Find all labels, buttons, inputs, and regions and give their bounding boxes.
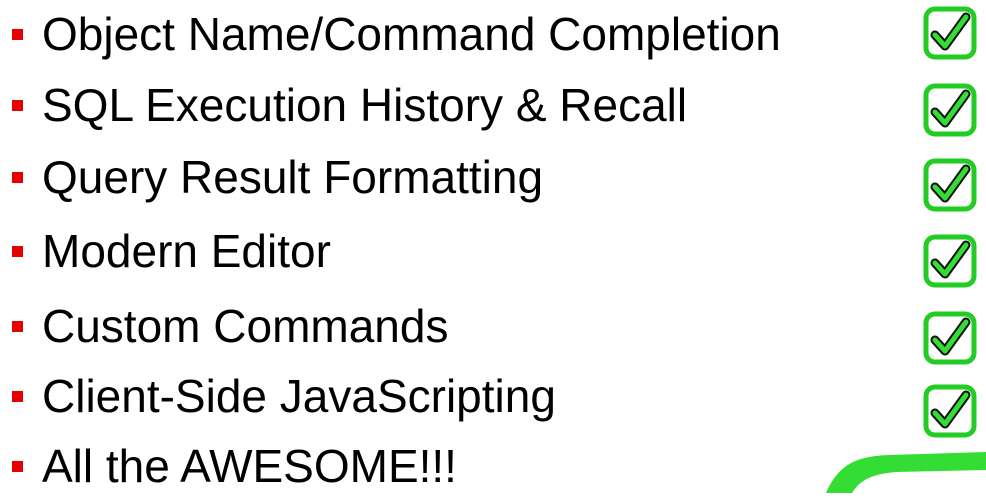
feature-label: All the AWESOME!!! [42, 440, 457, 492]
slide: Object Name/Command Completion SQL Execu… [0, 0, 986, 493]
feature-label: Client-Side JavaScripting [42, 370, 556, 422]
feature-label: Query Result Formatting [42, 151, 544, 203]
feature-label: Custom Commands [42, 300, 449, 352]
list-item: Query Result Formatting [12, 147, 543, 207]
red-square-bullet-icon [12, 99, 23, 111]
green-swoosh-decoration [820, 446, 986, 493]
red-square-bullet-icon [12, 28, 23, 40]
list-item: SQL Execution History & Recall [12, 75, 687, 135]
feature-label: Object Name/Command Completion [42, 8, 781, 60]
red-square-bullet-icon [12, 460, 23, 472]
green-checkbox-icon [922, 310, 978, 366]
list-item: Custom Commands [12, 296, 448, 356]
red-square-bullet-icon [12, 171, 23, 183]
green-checkbox-icon [922, 233, 978, 289]
list-item: Client-Side JavaScripting [12, 366, 556, 426]
list-item: Object Name/Command Completion [12, 4, 781, 64]
green-checkbox-icon [922, 82, 978, 138]
list-item: Modern Editor [12, 221, 331, 281]
feature-label: SQL Execution History & Recall [42, 79, 688, 131]
feature-label: Modern Editor [42, 225, 331, 277]
green-checkbox-icon [922, 383, 978, 439]
green-checkbox-icon [922, 157, 978, 213]
green-checkbox-icon [922, 5, 978, 61]
list-item: All the AWESOME!!! [12, 436, 457, 496]
red-square-bullet-icon [12, 320, 23, 332]
red-square-bullet-icon [12, 245, 23, 257]
red-square-bullet-icon [12, 390, 23, 402]
